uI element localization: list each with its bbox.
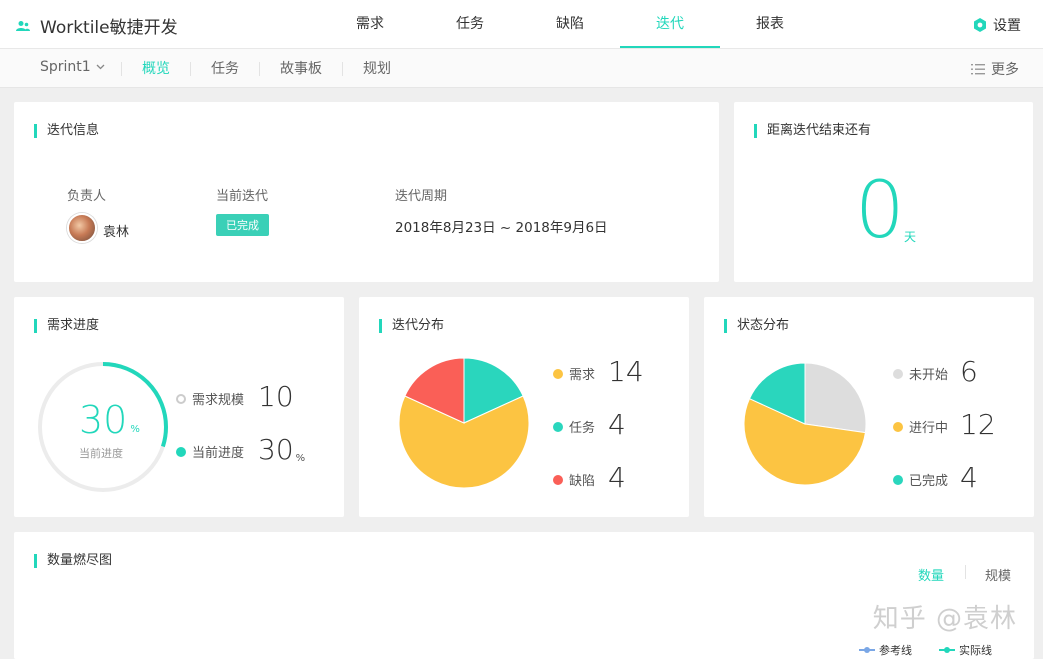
legend-value: 4 (608, 408, 626, 441)
legend-item: 缺陷 (553, 470, 595, 489)
legend-value: 6 (960, 355, 978, 388)
legend-value: 12 (960, 408, 996, 441)
main-nav: 需求 任务 缺陷 迭代 报表 (320, 0, 820, 48)
scale-label: 需求规模 (192, 393, 245, 408)
progress-value: 30 (258, 433, 294, 466)
nav-item-reports[interactable]: 报表 (720, 0, 820, 48)
burndown-toggle-count[interactable]: 数量 (918, 565, 944, 584)
status-distribution-title: 状态分布 (724, 319, 789, 333)
progress-value-wrap: 30 % (258, 433, 306, 466)
list-icon (971, 63, 985, 74)
tab-tasks[interactable]: 任务 (190, 61, 259, 76)
legend-label: 任务 (569, 421, 596, 436)
legend-dot (553, 368, 563, 379)
iteration-pie-chart (398, 357, 530, 489)
settings-button[interactable]: 设置 (973, 15, 1021, 35)
iteration-distribution-title: 迭代分布 (379, 319, 444, 333)
legend-actual-line: 实际线 (939, 642, 992, 658)
countdown-card: 距离迭代结束还有 0 天 (734, 102, 1033, 282)
top-bar: Worktile敏捷开发 需求 任务 缺陷 迭代 报表 设置 (0, 0, 1043, 49)
requirement-progress-card: 需求进度 30 % 当前进度 需求规模 10 当前进度 30 % (14, 297, 344, 517)
app-title: Worktile敏捷开发 (40, 18, 178, 38)
legend-reference-line: 参考线 (859, 642, 912, 658)
countdown-unit: 天 (904, 230, 917, 244)
burndown-card: 数量燃尽图 数量 规模 参考线 实际线 (14, 532, 1034, 659)
countdown-value: 0 (855, 166, 905, 256)
burndown-title: 数量燃尽图 (34, 554, 112, 568)
progress-percent: 30 (79, 398, 128, 442)
sub-nav-bar: Sprint1 概览 任务 故事板 规划 更多 (0, 49, 1043, 88)
legend-value: 4 (960, 461, 978, 494)
progress-percent-unit: % (130, 424, 140, 435)
users-icon (16, 20, 30, 31)
progress-value-unit: % (295, 453, 306, 464)
scale-value: 10 (258, 380, 294, 413)
progress-dot (176, 446, 186, 457)
tab-storyboard[interactable]: 故事板 (259, 61, 342, 76)
chevron-down-icon (96, 64, 105, 70)
legend-value: 4 (608, 461, 626, 494)
nav-item-iterations[interactable]: 迭代 (620, 0, 720, 48)
nav-item-tasks[interactable]: 任务 (420, 0, 520, 48)
tab-overview[interactable]: 概览 (121, 61, 190, 76)
sprint-selector[interactable]: Sprint1 (40, 59, 105, 75)
sub-tabs: 概览 任务 故事板 规划 (121, 49, 411, 88)
app-brand[interactable]: Worktile敏捷开发 (16, 13, 178, 38)
owner-label: 负责人 (67, 189, 107, 204)
iteration-info-card: 迭代信息 负责人 袁林 当前迭代 已完成 迭代周期 2018年8月23日 ~ 2… (14, 102, 719, 282)
legend-label: 未开始 (909, 368, 949, 383)
legend-label: 已完成 (909, 474, 949, 489)
iteration-period-label: 迭代周期 (395, 189, 448, 204)
nav-item-defects[interactable]: 缺陷 (520, 0, 620, 48)
countdown-title: 距离迭代结束还有 (754, 124, 871, 138)
legend-label: 进行中 (909, 421, 949, 436)
burndown-toggle-scale[interactable]: 规模 (985, 565, 1011, 584)
owner-name: 袁林 (103, 225, 130, 240)
legend-scale: 需求规模 (176, 389, 244, 408)
status-distribution-card: 状态分布 未开始 6 进行中 12 已完成 4 (704, 297, 1034, 517)
status-badge: 已完成 (216, 214, 269, 236)
progress-center: 30 % (79, 401, 140, 439)
reference-line-swatch (859, 647, 875, 653)
legend-value: 14 (608, 355, 644, 388)
reference-line-label: 参考线 (879, 644, 912, 657)
legend-label: 缺陷 (569, 474, 596, 489)
actual-line-label: 实际线 (959, 644, 992, 657)
legend-dot (553, 421, 563, 432)
pie-slice-0[interactable] (804, 362, 867, 434)
avatar (67, 213, 97, 243)
legend-item: 需求 (553, 364, 595, 383)
status-pie-chart (743, 362, 867, 486)
settings-label: 设置 (993, 18, 1021, 34)
legend-dot (893, 368, 903, 379)
burndown-toggle-divider (965, 565, 966, 579)
legend-dot (893, 421, 903, 432)
legend-progress: 当前进度 (176, 442, 244, 461)
legend-dot (893, 474, 903, 485)
legend-item: 进行中 (893, 417, 948, 436)
watermark: 知乎 @袁林 (872, 604, 1017, 634)
requirement-progress-title: 需求进度 (34, 319, 99, 333)
iteration-info-title: 迭代信息 (34, 124, 99, 138)
scale-dot (176, 393, 186, 404)
legend-item: 任务 (553, 417, 595, 436)
more-button[interactable]: 更多 (971, 59, 1019, 79)
legend-item: 已完成 (893, 470, 948, 489)
actual-line-swatch (939, 647, 955, 653)
legend-dot (553, 474, 563, 485)
gear-icon (974, 18, 986, 32)
iteration-distribution-card: 迭代分布 需求 14 任务 4 缺陷 4 (359, 297, 689, 517)
sprint-label: Sprint1 (40, 59, 91, 75)
legend-item: 未开始 (893, 364, 948, 383)
progress-center-label: 当前进度 (79, 447, 123, 460)
more-label: 更多 (991, 62, 1019, 78)
iteration-period-value: 2018年8月23日 ~ 2018年9月6日 (395, 220, 608, 236)
current-iteration-label: 当前迭代 (216, 189, 269, 204)
tab-planning[interactable]: 规划 (342, 61, 411, 76)
legend-label: 需求 (569, 368, 596, 383)
progress-label: 当前进度 (192, 446, 245, 461)
nav-item-requirements[interactable]: 需求 (320, 0, 420, 48)
